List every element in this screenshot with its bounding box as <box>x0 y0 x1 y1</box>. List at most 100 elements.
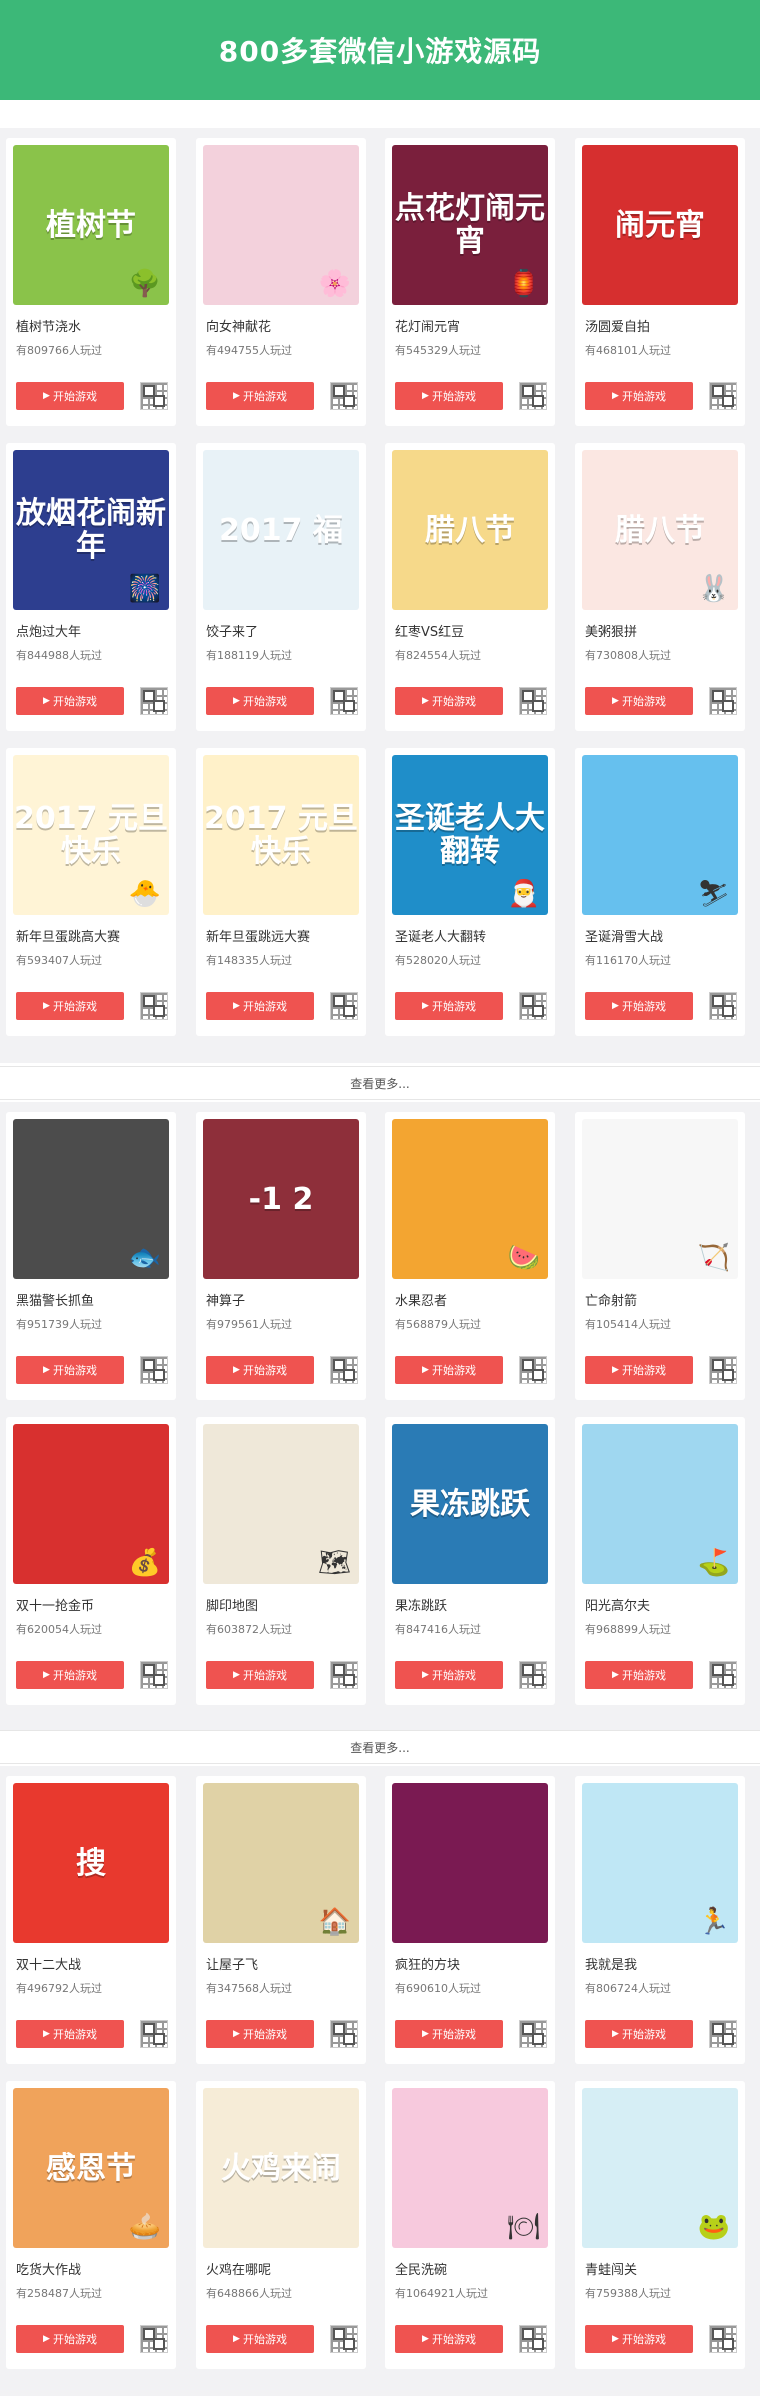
game-card[interactable]: 🏃 我就是我 有806724人玩过 ▶ 开始游戏 <box>575 1776 745 2064</box>
qr-code-icon[interactable] <box>140 1661 168 1689</box>
game-card[interactable]: 圣诞老人大翻转 🎅 圣诞老人大翻转 有528020人玩过 ▶ 开始游戏 <box>385 748 555 1036</box>
game-name[interactable]: 让屋子飞 <box>206 1954 258 1973</box>
qr-code-icon[interactable] <box>709 992 737 1020</box>
qr-code-icon[interactable] <box>140 992 168 1020</box>
qr-code-icon[interactable] <box>140 1356 168 1384</box>
game-thumbnail[interactable]: 🗺 <box>203 1424 359 1584</box>
qr-code-icon[interactable] <box>709 1661 737 1689</box>
start-game-button[interactable]: ▶ 开始游戏 <box>395 687 503 715</box>
qr-code-icon[interactable] <box>330 1661 358 1689</box>
game-card[interactable]: 2017 元旦快乐 🐣 新年旦蛋跳高大赛 有593407人玩过 ▶ 开始游戏 <box>6 748 176 1036</box>
game-card[interactable]: 🐸 青蛙闯关 有759388人玩过 ▶ 开始游戏 <box>575 2081 745 2369</box>
start-game-button[interactable]: ▶ 开始游戏 <box>206 1356 314 1384</box>
start-game-button[interactable]: ▶ 开始游戏 <box>585 687 693 715</box>
game-card[interactable]: 火鸡来闹 火鸡在哪呢 有648866人玩过 ▶ 开始游戏 <box>196 2081 366 2369</box>
game-name[interactable]: 美粥狠拼 <box>585 621 637 640</box>
game-thumbnail[interactable]: 🍉 <box>392 1119 548 1279</box>
game-card[interactable]: 🏹 亡命射箭 有105414人玩过 ▶ 开始游戏 <box>575 1112 745 1400</box>
game-card[interactable]: ⛳ 阳光高尔夫 有968899人玩过 ▶ 开始游戏 <box>575 1417 745 1705</box>
start-game-button[interactable]: ▶ 开始游戏 <box>206 382 314 410</box>
qr-code-icon[interactable] <box>519 382 547 410</box>
game-thumbnail[interactable]: 💰 <box>13 1424 169 1584</box>
game-name[interactable]: 青蛙闯关 <box>585 2259 637 2278</box>
game-thumbnail[interactable]: 🏃 <box>582 1783 738 1943</box>
start-game-button[interactable]: ▶ 开始游戏 <box>206 2020 314 2048</box>
game-thumbnail[interactable]: 2017 元旦快乐 🐣 <box>13 755 169 915</box>
qr-code-icon[interactable] <box>519 1661 547 1689</box>
game-card[interactable]: 🐟 黑猫警长抓鱼 有951739人玩过 ▶ 开始游戏 <box>6 1112 176 1400</box>
qr-code-icon[interactable] <box>519 2020 547 2048</box>
start-game-button[interactable]: ▶ 开始游戏 <box>206 1661 314 1689</box>
game-name[interactable]: 圣诞老人大翻转 <box>395 926 486 945</box>
game-thumbnail[interactable]: 🌸 <box>203 145 359 305</box>
game-thumbnail[interactable]: 感恩节 🥧 <box>13 2088 169 2248</box>
game-thumbnail[interactable]: 点花灯闹元宵 🏮 <box>392 145 548 305</box>
qr-code-icon[interactable] <box>709 382 737 410</box>
start-game-button[interactable]: ▶ 开始游戏 <box>16 687 124 715</box>
qr-code-icon[interactable] <box>330 687 358 715</box>
start-game-button[interactable]: ▶ 开始游戏 <box>16 382 124 410</box>
game-name[interactable]: 吃货大作战 <box>16 2259 81 2278</box>
qr-code-icon[interactable] <box>140 2020 168 2048</box>
qr-code-icon[interactable] <box>330 2020 358 2048</box>
game-thumbnail[interactable]: 🏹 <box>582 1119 738 1279</box>
qr-code-icon[interactable] <box>140 2325 168 2353</box>
game-name[interactable]: 果冻跳跃 <box>395 1595 447 1614</box>
game-name[interactable]: 饺子来了 <box>206 621 258 640</box>
game-name[interactable]: 点炮过大年 <box>16 621 81 640</box>
game-card[interactable]: 搜 双十二大战 有496792人玩过 ▶ 开始游戏 <box>6 1776 176 2064</box>
game-thumbnail[interactable]: 果冻跳跃 <box>392 1424 548 1584</box>
start-game-button[interactable]: ▶ 开始游戏 <box>395 2020 503 2048</box>
game-thumbnail[interactable]: ⛳ <box>582 1424 738 1584</box>
game-thumbnail[interactable]: 腊八节 <box>392 450 548 610</box>
qr-code-icon[interactable] <box>709 2020 737 2048</box>
start-game-button[interactable]: ▶ 开始游戏 <box>16 2325 124 2353</box>
game-name[interactable]: 圣诞滑雪大战 <box>585 926 663 945</box>
game-card[interactable]: 🌸 向女神献花 有494755人玩过 ▶ 开始游戏 <box>196 138 366 426</box>
game-name[interactable]: 红枣VS红豆 <box>395 621 464 640</box>
game-thumbnail[interactable]: -1 2 <box>203 1119 359 1279</box>
qr-code-icon[interactable] <box>519 687 547 715</box>
view-more-link[interactable]: 查看更多... <box>0 1730 760 1764</box>
game-name[interactable]: 亡命射箭 <box>585 1290 637 1309</box>
game-thumbnail[interactable]: 闹元宵 <box>582 145 738 305</box>
start-game-button[interactable]: ▶ 开始游戏 <box>585 382 693 410</box>
start-game-button[interactable]: ▶ 开始游戏 <box>585 2325 693 2353</box>
game-thumbnail[interactable]: 放烟花闹新年 🎆 <box>13 450 169 610</box>
game-card[interactable]: 腊八节 红枣VS红豆 有824554人玩过 ▶ 开始游戏 <box>385 443 555 731</box>
game-name[interactable]: 双十二大战 <box>16 1954 81 1973</box>
game-card[interactable]: 🗺 脚印地图 有603872人玩过 ▶ 开始游戏 <box>196 1417 366 1705</box>
game-card[interactable]: 🍉 水果忍者 有568879人玩过 ▶ 开始游戏 <box>385 1112 555 1400</box>
game-card[interactable]: 放烟花闹新年 🎆 点炮过大年 有844988人玩过 ▶ 开始游戏 <box>6 443 176 731</box>
game-name[interactable]: 新年旦蛋跳远大赛 <box>206 926 310 945</box>
game-card[interactable]: 疯狂的方块 有690610人玩过 ▶ 开始游戏 <box>385 1776 555 2064</box>
game-card[interactable]: 感恩节 🥧 吃货大作战 有258487人玩过 ▶ 开始游戏 <box>6 2081 176 2369</box>
game-thumbnail[interactable]: ⛷ <box>582 755 738 915</box>
qr-code-icon[interactable] <box>519 992 547 1020</box>
game-card[interactable]: 💰 双十一抢金币 有620054人玩过 ▶ 开始游戏 <box>6 1417 176 1705</box>
start-game-button[interactable]: ▶ 开始游戏 <box>206 992 314 1020</box>
start-game-button[interactable]: ▶ 开始游戏 <box>16 2020 124 2048</box>
start-game-button[interactable]: ▶ 开始游戏 <box>16 992 124 1020</box>
game-name[interactable]: 双十一抢金币 <box>16 1595 94 1614</box>
qr-code-icon[interactable] <box>330 382 358 410</box>
game-thumbnail[interactable]: 2017 福 <box>203 450 359 610</box>
game-card[interactable]: 点花灯闹元宵 🏮 花灯闹元宵 有545329人玩过 ▶ 开始游戏 <box>385 138 555 426</box>
game-name[interactable]: 黑猫警长抓鱼 <box>16 1290 94 1309</box>
qr-code-icon[interactable] <box>140 382 168 410</box>
game-card[interactable]: 腊八节 🐰 美粥狠拼 有730808人玩过 ▶ 开始游戏 <box>575 443 745 731</box>
start-game-button[interactable]: ▶ 开始游戏 <box>585 992 693 1020</box>
qr-code-icon[interactable] <box>519 1356 547 1384</box>
start-game-button[interactable]: ▶ 开始游戏 <box>395 992 503 1020</box>
game-card[interactable]: ⛷ 圣诞滑雪大战 有116170人玩过 ▶ 开始游戏 <box>575 748 745 1036</box>
start-game-button[interactable]: ▶ 开始游戏 <box>585 2020 693 2048</box>
game-name[interactable]: 汤圆爱自拍 <box>585 316 650 335</box>
game-name[interactable]: 脚印地图 <box>206 1595 258 1614</box>
game-name[interactable]: 花灯闹元宵 <box>395 316 460 335</box>
game-thumbnail[interactable]: 🐟 <box>13 1119 169 1279</box>
start-game-button[interactable]: ▶ 开始游戏 <box>395 382 503 410</box>
qr-code-icon[interactable] <box>330 2325 358 2353</box>
game-card[interactable]: 2017 福 饺子来了 有188119人玩过 ▶ 开始游戏 <box>196 443 366 731</box>
game-card[interactable]: 🏠 让屋子飞 有347568人玩过 ▶ 开始游戏 <box>196 1776 366 2064</box>
game-name[interactable]: 我就是我 <box>585 1954 637 1973</box>
